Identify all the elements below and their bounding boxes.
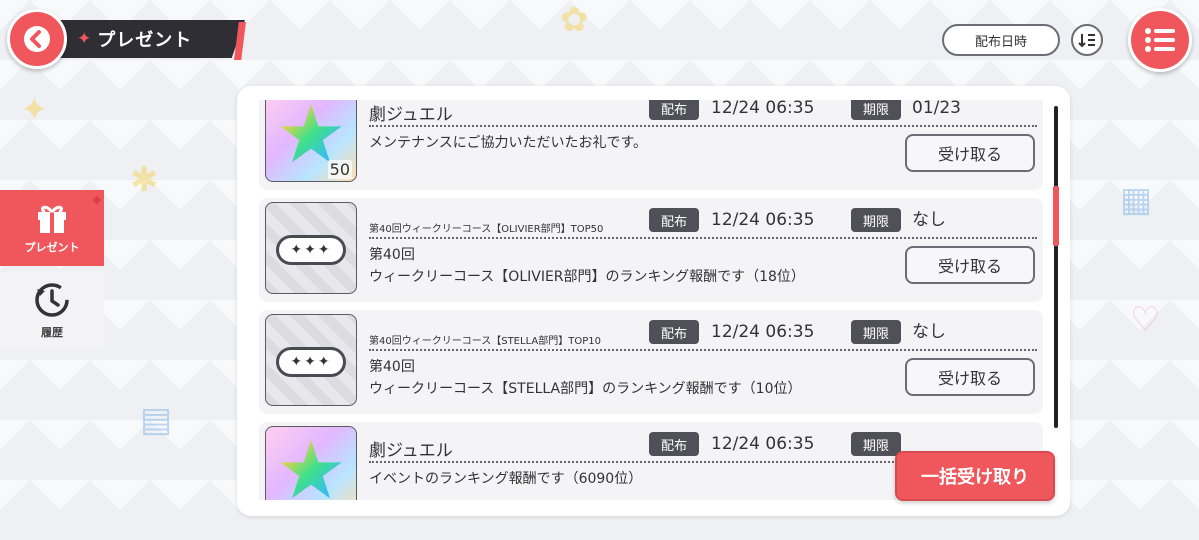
distribution-tag: 配布 — [649, 100, 699, 120]
item-description: 第40回 ウィークリーコース【OLIVIER部門】のランキング報酬です（18位） — [369, 247, 805, 285]
divider — [369, 125, 1037, 127]
expiry-value: 01/23 — [912, 100, 961, 118]
notification-dot-icon: ◆ — [92, 193, 101, 206]
receive-button[interactable]: 受け取る — [905, 134, 1035, 172]
decor-icon: ✦ — [20, 90, 49, 130]
distribution-date: 12/24 06:35 — [711, 434, 815, 454]
receive-button[interactable]: 受け取る — [905, 358, 1035, 396]
sidebar-item-present[interactable]: ◆ プレゼント — [0, 190, 104, 266]
item-name: 劇ジュエル — [369, 441, 453, 461]
distribution-date: 12/24 06:35 — [711, 322, 815, 342]
history-icon — [35, 283, 69, 317]
decor-icon: ✿ — [560, 0, 589, 40]
sort-button[interactable]: 配布日時 — [942, 24, 1060, 56]
item-description: イベントのランキング報酬です（6090位） — [369, 471, 643, 487]
distribution-tag: 配布 — [649, 320, 699, 344]
sidebar-item-label: 履歴 — [41, 326, 63, 339]
item-name: 第40回ウィークリーコース【STELLA部門】TOP10 — [369, 336, 601, 347]
menu-button[interactable] — [1128, 8, 1192, 72]
jewel-star-icon: ★ — [265, 426, 357, 500]
item-description: 第40回 ウィークリーコース【STELLA部門】のランキング報酬です（10位） — [369, 359, 802, 397]
sparkle-icon: ✦ — [77, 29, 92, 49]
scrollbar-thumb[interactable] — [1053, 186, 1059, 246]
expiry-value: なし — [912, 322, 946, 342]
expiry-tag: 期限 — [851, 432, 901, 456]
sort-order-button[interactable] — [1071, 24, 1103, 56]
expiry-tag: 期限 — [851, 320, 901, 344]
sidebar-item-history[interactable]: 履歴 — [0, 272, 104, 348]
sort-order-icon — [1078, 34, 1095, 48]
list-item: ✦✦✦ 第40回ウィークリーコース【OLIVIER部門】TOP50 配布 12/… — [259, 198, 1043, 302]
ranking-badge-icon: ✦✦✦ — [265, 314, 357, 406]
divider — [369, 349, 1037, 351]
back-button[interactable] — [7, 9, 67, 69]
gift-icon — [38, 205, 66, 233]
expiry-value: なし — [912, 210, 946, 230]
distribution-tag: 配布 — [649, 432, 699, 456]
expiry-tag: 期限 — [851, 100, 901, 120]
item-name: 第40回ウィークリーコース【OLIVIER部門】TOP50 — [369, 224, 604, 235]
menu-list-icon — [1145, 28, 1175, 52]
decor-icon: ♡ — [1130, 300, 1161, 340]
scrollbar-track[interactable] — [1054, 106, 1058, 428]
page-title-bar: ✦ プレゼント — [55, 20, 245, 58]
list-item: ★ 50 劇ジュエル 配布 12/24 06:35 期限 01/23 メンテナン… — [259, 100, 1043, 190]
jewel-star-icon: ★ 50 — [265, 100, 357, 182]
item-name: 劇ジュエル — [369, 105, 453, 125]
item-description: メンテナンスにご協力いただいたお礼です。 — [369, 135, 648, 151]
receive-button[interactable]: 受け取る — [905, 246, 1035, 284]
bulk-receive-button[interactable]: 一括受け取り — [895, 451, 1055, 501]
divider — [369, 237, 1037, 239]
list-item: ✦✦✦ 第40回ウィークリーコース【STELLA部門】TOP10 配布 12/2… — [259, 310, 1043, 414]
page-title: プレゼント — [97, 30, 193, 51]
distribution-date: 12/24 06:35 — [711, 210, 815, 230]
decor-icon: ▦ — [1120, 180, 1153, 220]
distribution-tag: 配布 — [649, 208, 699, 232]
decor-icon: ✱ — [130, 160, 159, 200]
distribution-date: 12/24 06:35 — [711, 100, 815, 118]
item-quantity: 50 — [327, 160, 352, 179]
ranking-badge-icon: ✦✦✦ — [265, 202, 357, 294]
decor-icon: ▤ — [140, 400, 173, 440]
back-arrow-icon — [24, 26, 50, 52]
present-list[interactable]: ★ 50 劇ジュエル 配布 12/24 06:35 期限 01/23 メンテナン… — [259, 100, 1043, 500]
expiry-tag: 期限 — [851, 208, 901, 232]
sidebar-item-label: プレゼント — [24, 241, 80, 254]
